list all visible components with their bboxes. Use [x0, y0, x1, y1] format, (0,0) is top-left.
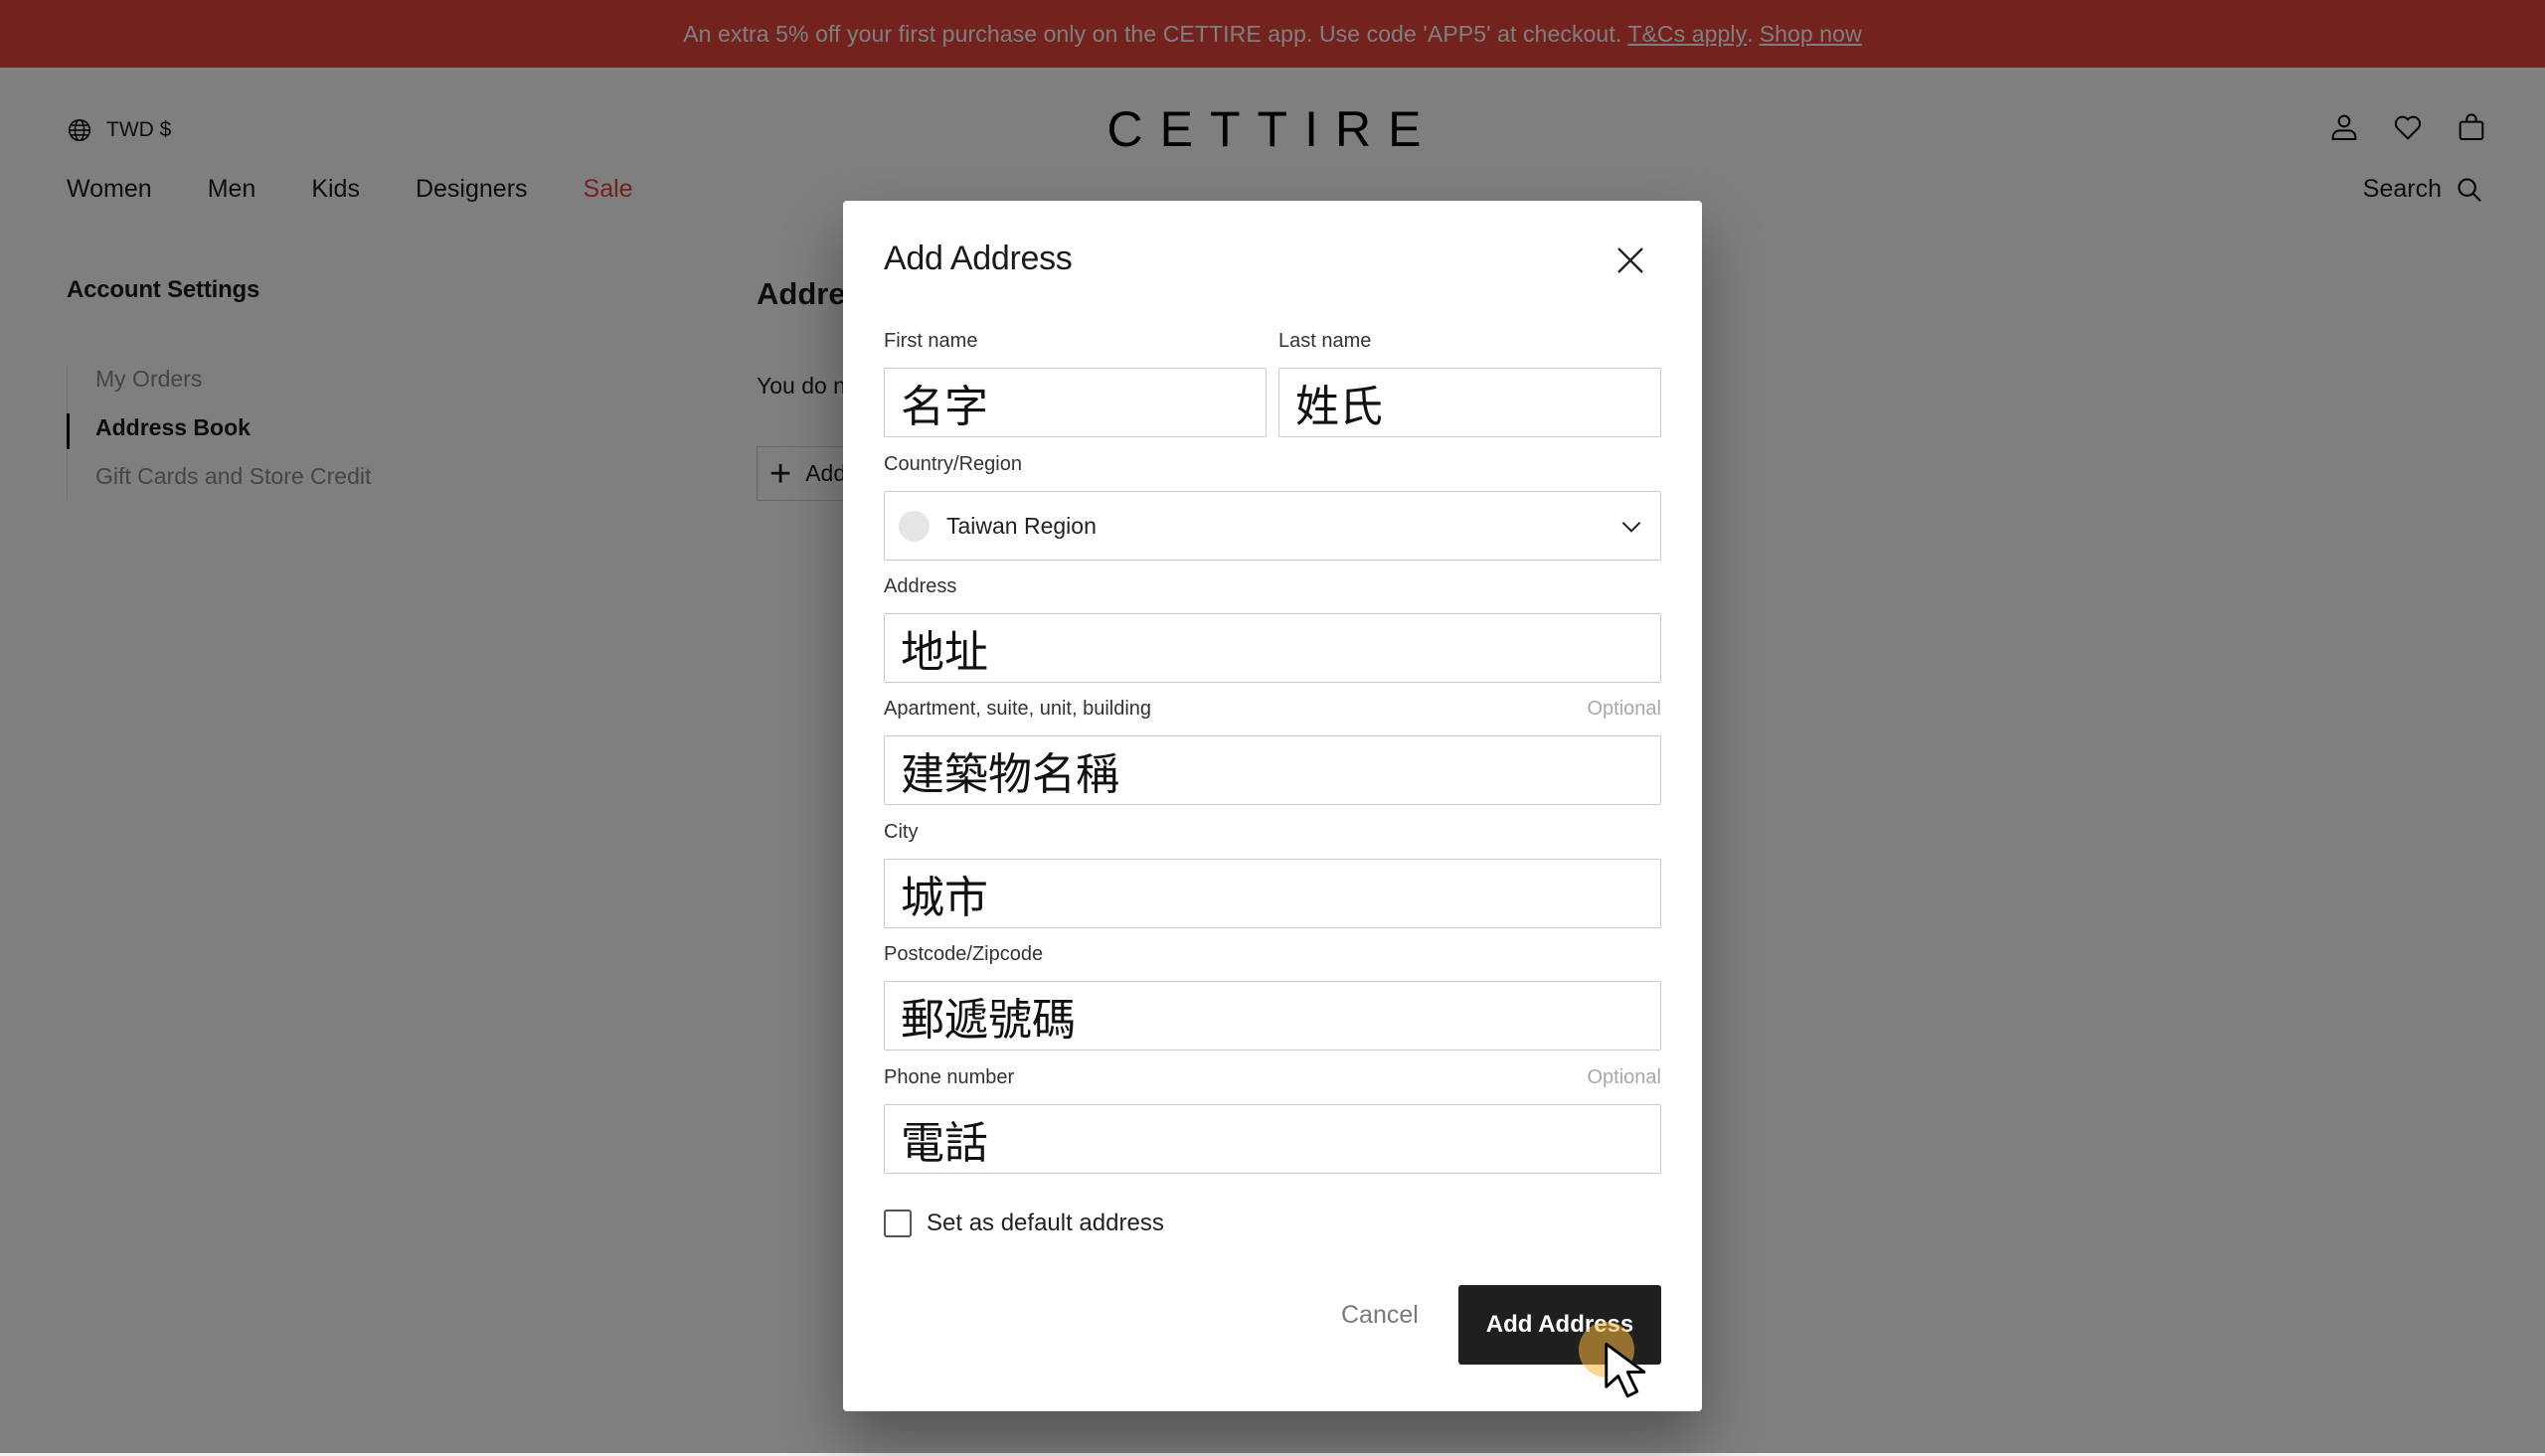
country-select[interactable]: Taiwan Region	[884, 491, 1661, 561]
last-name-input[interactable]: 姓氏	[1278, 368, 1661, 437]
modal-title: Add Address	[884, 240, 1073, 277]
mouse-pointer-icon	[1605, 1342, 1646, 1398]
first-name-label: First name	[884, 330, 978, 352]
country-flag-icon	[899, 510, 930, 542]
default-address-checkbox[interactable]	[884, 1210, 912, 1237]
country-label: Country/Region	[884, 453, 1022, 475]
default-address-label: Set as default address	[927, 1210, 1164, 1236]
phone-label: Phone number	[884, 1066, 1015, 1088]
default-address-toggle[interactable]: Set as default address	[884, 1210, 1164, 1237]
apartment-optional-tag: Optional	[1587, 698, 1662, 720]
add-address-modal: Add Address First name Last name 名字 姓氏 C…	[843, 201, 1702, 1411]
city-label: City	[884, 821, 919, 843]
first-name-input[interactable]: 名字	[884, 368, 1267, 437]
apartment-label: Apartment, suite, unit, building	[884, 698, 1152, 720]
country-value: Taiwan Region	[946, 512, 1097, 539]
close-icon[interactable]	[1612, 243, 1648, 278]
address-input[interactable]: 地址	[884, 613, 1661, 683]
chevron-down-icon	[1621, 521, 1641, 533]
phone-input[interactable]: 電話	[884, 1104, 1661, 1174]
address-label: Address	[884, 575, 957, 597]
apartment-input[interactable]: 建築物名稱	[884, 735, 1661, 805]
last-name-label: Last name	[1278, 330, 1372, 352]
cancel-button[interactable]: Cancel	[1341, 1301, 1419, 1330]
city-input[interactable]: 城市	[884, 859, 1661, 928]
phone-optional-tag: Optional	[1587, 1066, 1662, 1088]
postcode-label: Postcode/Zipcode	[884, 943, 1044, 965]
postcode-input[interactable]: 郵遞號碼	[884, 981, 1661, 1051]
